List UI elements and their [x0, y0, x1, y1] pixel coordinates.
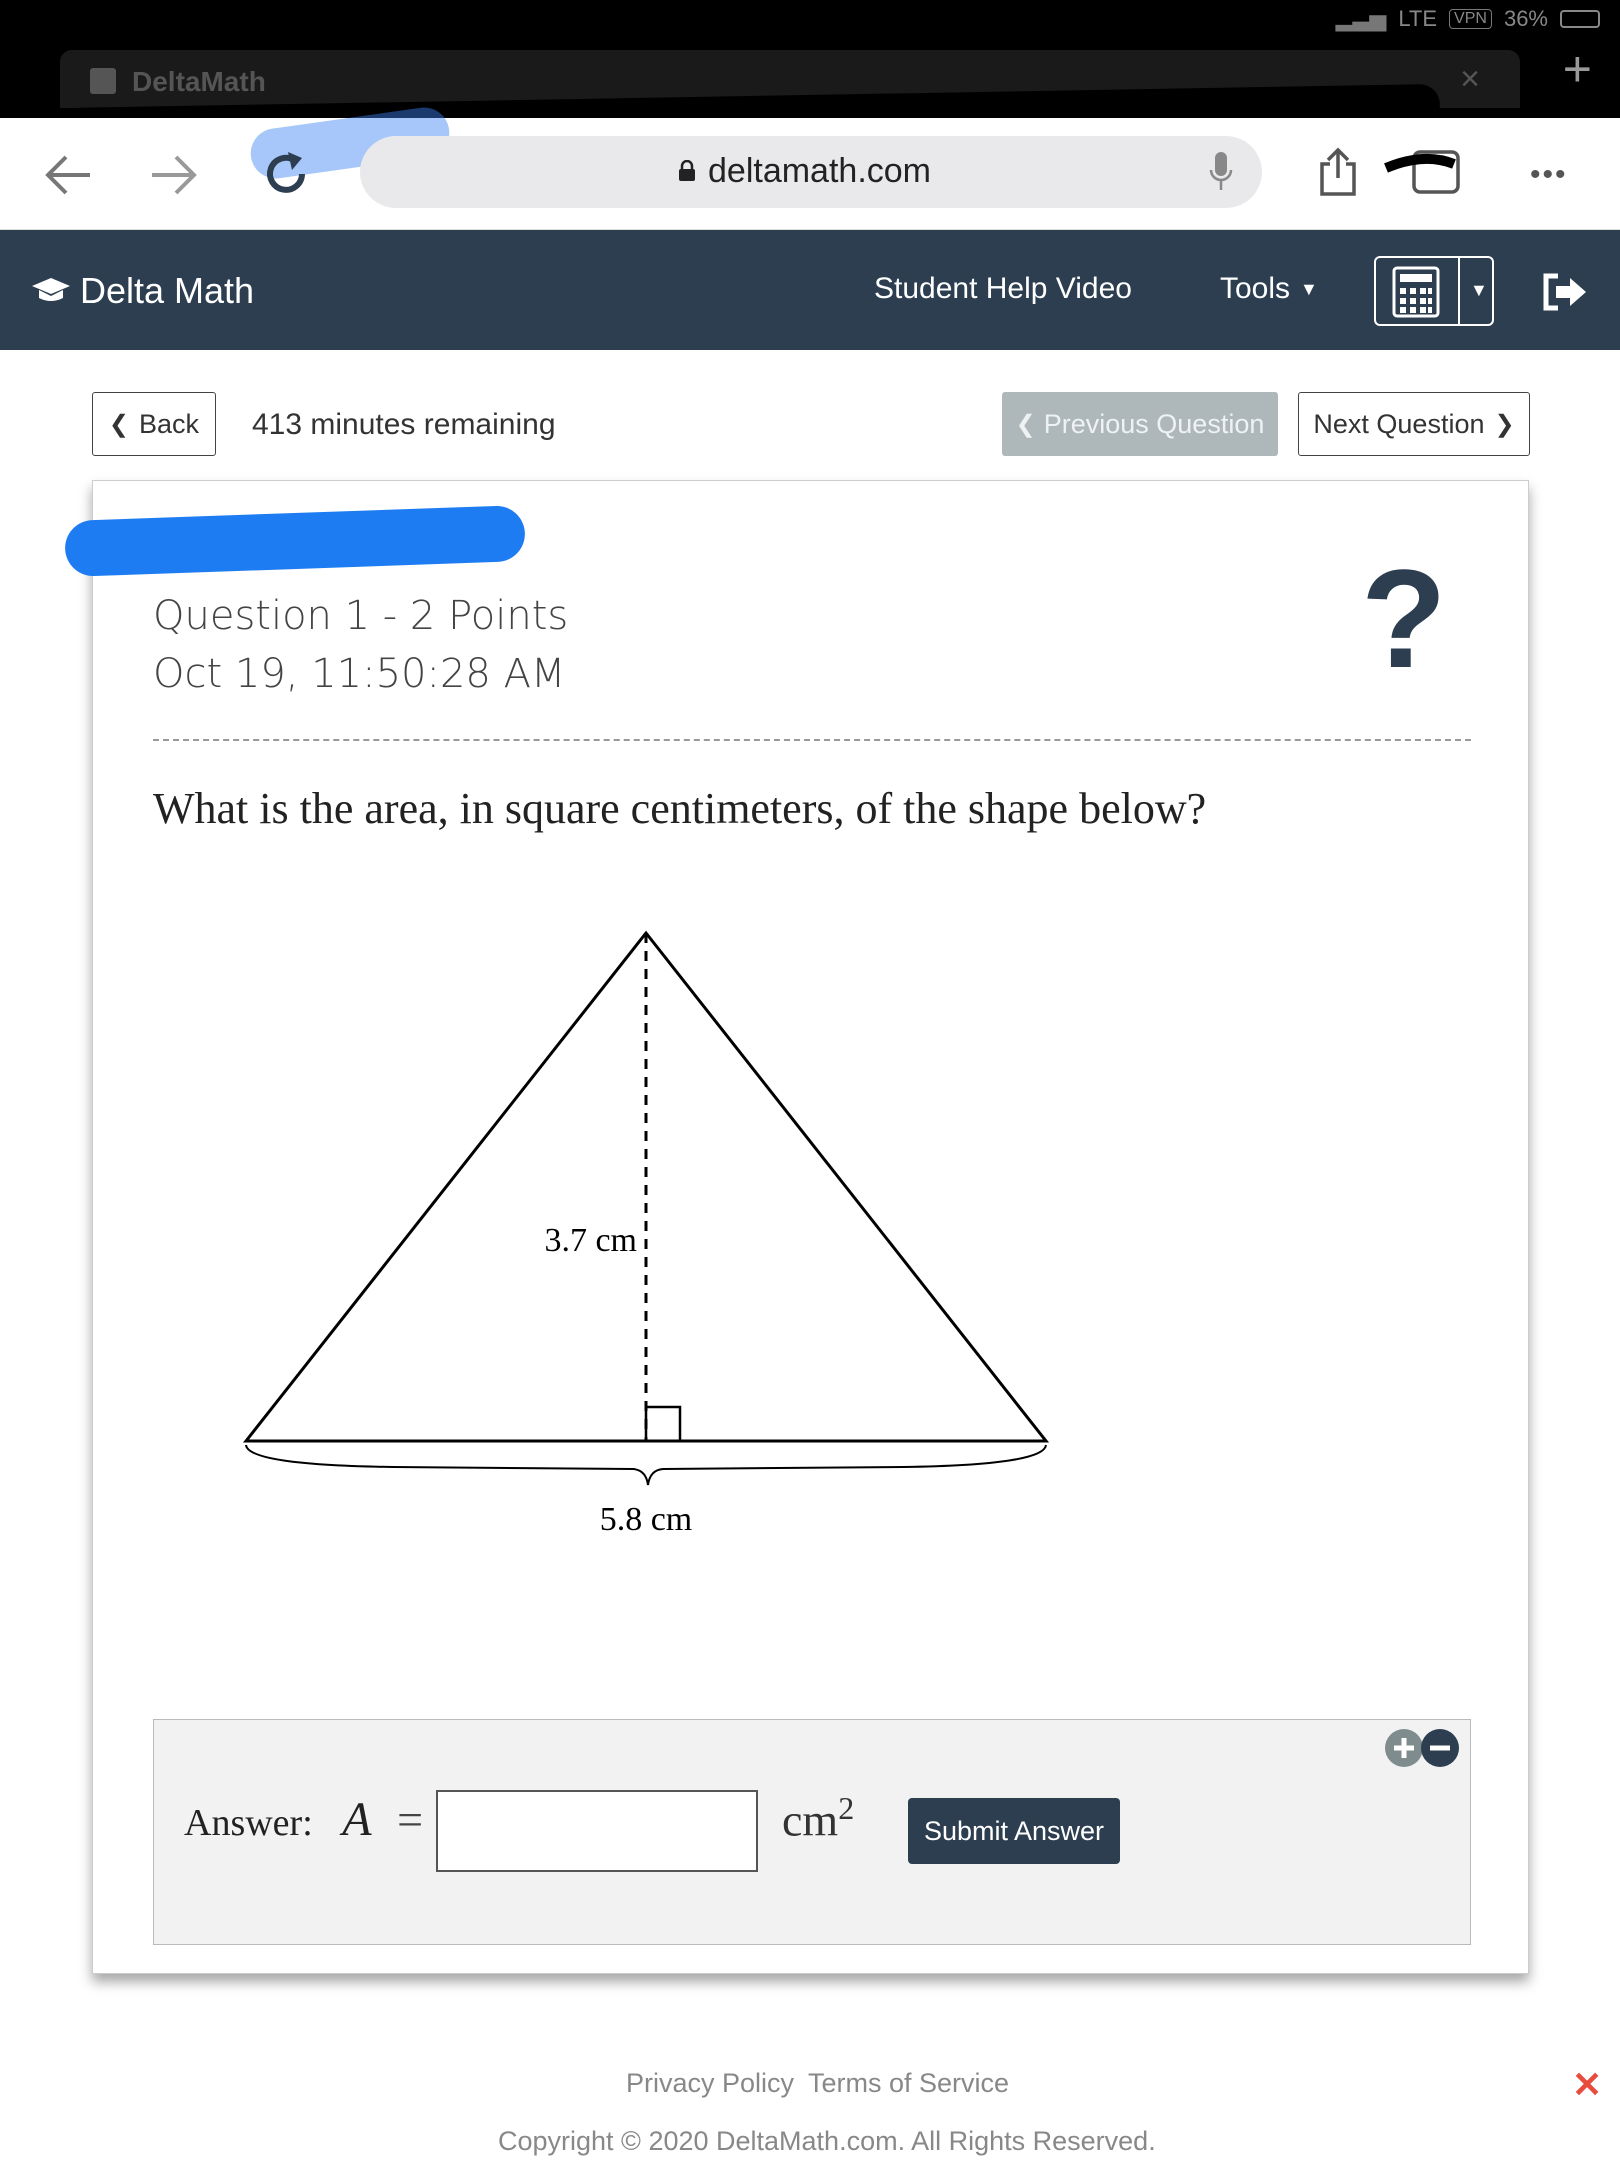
close-icon[interactable]: ✕ — [1572, 2064, 1602, 2106]
network-type: LTE — [1398, 6, 1438, 31]
favicon-icon — [90, 68, 116, 94]
submit-answer-button[interactable]: Submit Answer — [908, 1798, 1120, 1864]
divider — [1458, 258, 1460, 324]
page: ▂▃▅ LTE VPN 36% DeltaMath × + deltamath.… — [0, 0, 1620, 2160]
back-arrow-icon[interactable] — [40, 150, 96, 200]
tab-close-icon[interactable]: × — [1460, 60, 1480, 99]
answer-variable: A — [342, 1793, 372, 1846]
back-label: Back — [139, 408, 200, 439]
microphone-icon[interactable] — [1208, 150, 1234, 194]
reload-icon[interactable] — [258, 146, 314, 202]
next-question-button[interactable]: Next Question ❯ — [1298, 392, 1530, 456]
caret-down-icon[interactable]: ▼ — [1470, 280, 1488, 301]
tab-title: DeltaMath — [132, 66, 266, 97]
calculator-button[interactable]: ▼ — [1374, 256, 1494, 326]
url-text: deltamath.com — [708, 152, 931, 190]
lock-icon — [679, 160, 695, 181]
back-button[interactable]: ❮ Back — [92, 392, 216, 456]
tools-label: Tools — [1220, 272, 1291, 305]
minus-circle-icon[interactable] — [1420, 1728, 1460, 1768]
triangle-figure: 3.7 cm 5.8 cm — [242, 930, 1050, 1538]
base-label: 5.8 cm — [600, 1501, 693, 1538]
plus-circle-icon[interactable] — [1384, 1728, 1424, 1768]
status-bar: ▂▃▅ LTE VPN 36% — [0, 0, 1620, 40]
copyright: Copyright © 2020 DeltaMath.com. All Righ… — [498, 2126, 1156, 2156]
equals-sign: = — [397, 1794, 424, 1845]
privacy-policy-link[interactable]: Privacy Policy — [626, 2068, 794, 2099]
unit-text: cm — [782, 1794, 839, 1846]
caret-down-icon: ▼ — [1300, 278, 1318, 299]
student-help-video-link[interactable]: Student Help Video — [874, 272, 1132, 306]
battery-icon — [1560, 10, 1600, 28]
answer-text: Answer: — [184, 1802, 313, 1844]
graduation-cap-icon — [32, 278, 70, 301]
chevron-left-icon: ❮ — [108, 410, 130, 438]
question-card: Question 1 - 2 Points Oct 19, 11:50:28 A… — [64, 480, 1529, 1974]
browser-toolbar: deltamath.com ••• — [0, 104, 1620, 230]
answer-input[interactable] — [436, 1790, 758, 1872]
calculator-icon — [1392, 266, 1440, 318]
base-brace — [245, 1444, 1047, 1486]
share-icon[interactable] — [1316, 146, 1360, 198]
unit-exponent: 2 — [838, 1790, 855, 1826]
previous-question-button[interactable]: ❮ Previous Question — [1002, 392, 1278, 456]
logout-icon[interactable] — [1540, 272, 1588, 312]
forward-arrow-icon[interactable] — [146, 150, 202, 200]
terms-of-service-link[interactable]: Terms of Service — [808, 2068, 1009, 2099]
answer-unit: cm2 — [782, 1790, 854, 1846]
vpn-badge: VPN — [1449, 9, 1492, 29]
right-angle-marker — [644, 1405, 682, 1443]
next-question-label: Next Question — [1313, 408, 1485, 439]
brand[interactable]: Delta Math — [30, 270, 254, 312]
tools-menu[interactable]: Tools ▼ — [1220, 272, 1318, 306]
height-label: 3.7 cm — [544, 1222, 637, 1259]
app-header: Delta Math Student Help Video Tools ▼ ▼ — [0, 230, 1620, 350]
more-options-icon[interactable]: ••• — [1530, 158, 1568, 192]
signal-icon: ▂▃▅ — [1335, 6, 1387, 31]
new-tab-icon[interactable]: + — [1563, 40, 1592, 98]
tabs-icon[interactable] — [1384, 146, 1470, 198]
status-indicators: ▂▃▅ LTE VPN 36% — [1336, 6, 1600, 32]
answer-label: Answer: A = — [184, 1792, 423, 1847]
minutes-remaining: 413 minutes remaining — [252, 408, 556, 441]
chevron-right-icon: ❯ — [1494, 410, 1515, 438]
answer-panel: Answer: A = cm2 Submit Answer — [153, 1719, 1471, 1945]
battery-percent: 36% — [1503, 6, 1548, 31]
previous-question-label: Previous Question — [1043, 408, 1265, 439]
address-bar[interactable]: deltamath.com — [360, 136, 1262, 208]
chevron-left-icon: ❮ — [1015, 410, 1036, 438]
zoom-controls — [1384, 1728, 1460, 1768]
brand-name: Delta Math — [80, 270, 255, 311]
